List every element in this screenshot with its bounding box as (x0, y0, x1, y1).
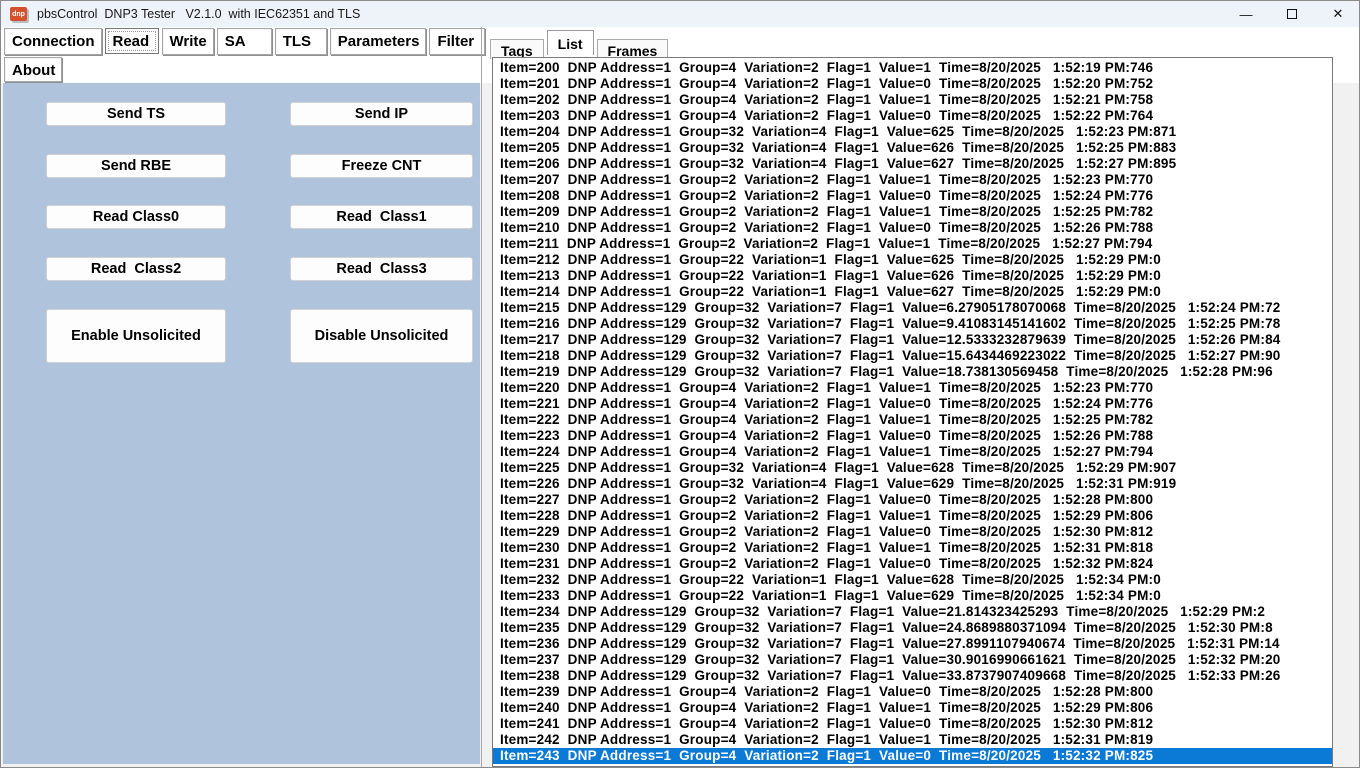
list-item[interactable]: Item=237 DNP Address=129 Group=32 Variat… (493, 652, 1332, 668)
list-item[interactable]: Item=202 DNP Address=1 Group=4 Variation… (493, 92, 1332, 108)
list-item[interactable]: Item=201 DNP Address=1 Group=4 Variation… (493, 76, 1332, 92)
list-item[interactable]: Item=212 DNP Address=1 Group=22 Variatio… (493, 252, 1332, 268)
maximize-button[interactable] (1269, 1, 1315, 27)
tab-read[interactable]: Read (105, 28, 159, 54)
tab-write[interactable]: Write (162, 28, 214, 55)
list-item[interactable]: Item=235 DNP Address=129 Group=32 Variat… (493, 620, 1332, 636)
list-item[interactable]: Item=222 DNP Address=1 Group=4 Variation… (493, 412, 1332, 428)
list-item[interactable]: Item=208 DNP Address=1 Group=2 Variation… (493, 188, 1332, 204)
list-item[interactable]: Item=206 DNP Address=1 Group=32 Variatio… (493, 156, 1332, 172)
list-item[interactable]: Item=213 DNP Address=1 Group=22 Variatio… (493, 268, 1332, 284)
app-icon: dnp (10, 7, 27, 21)
event-list-box[interactable]: Item=200 DNP Address=1 Group=4 Variation… (492, 57, 1333, 767)
tab-connection[interactable]: Connection (4, 28, 102, 55)
window-title: pbsControl DNP3 Tester V2.1.0 with IEC62… (37, 7, 360, 21)
freeze-cnt-button[interactable]: Freeze CNT (290, 154, 473, 178)
main-tab-strip-row1: ConnectionReadWriteSATLSParametersFilter (1, 27, 1360, 56)
list-item[interactable]: Item=204 DNP Address=1 Group=32 Variatio… (493, 124, 1332, 140)
list-item[interactable]: Item=238 DNP Address=129 Group=32 Variat… (493, 668, 1332, 684)
read-class1-button[interactable]: Read Class1 (290, 205, 473, 229)
list-item[interactable]: Item=217 DNP Address=129 Group=32 Variat… (493, 332, 1332, 348)
maximize-icon (1287, 9, 1297, 19)
send-rbe-button[interactable]: Send RBE (46, 154, 226, 178)
list-item[interactable]: Item=223 DNP Address=1 Group=4 Variation… (493, 428, 1332, 444)
enable-unsolicited-button[interactable]: Enable Unsolicited (46, 309, 226, 363)
list-item[interactable]: Item=209 DNP Address=1 Group=2 Variation… (493, 204, 1332, 220)
list-item[interactable]: Item=200 DNP Address=1 Group=4 Variation… (493, 60, 1332, 76)
list-item[interactable]: Item=239 DNP Address=1 Group=4 Variation… (493, 684, 1332, 700)
close-button[interactable]: ✕ (1315, 1, 1360, 27)
send-ip-button[interactable]: Send IP (290, 102, 473, 126)
disable-unsolicited-button[interactable]: Disable Unsolicited (290, 309, 473, 363)
list-item[interactable]: Item=233 DNP Address=1 Group=22 Variatio… (493, 588, 1332, 604)
list-item[interactable]: Item=232 DNP Address=1 Group=22 Variatio… (493, 572, 1332, 588)
list-item[interactable]: Item=211 DNP Address=1 Group=2 Variation… (493, 236, 1332, 252)
read-class0-button[interactable]: Read Class0 (46, 205, 226, 229)
list-item[interactable]: Item=224 DNP Address=1 Group=4 Variation… (493, 444, 1332, 460)
list-item[interactable]: Item=220 DNP Address=1 Group=4 Variation… (493, 380, 1332, 396)
list-item[interactable]: Item=215 DNP Address=129 Group=32 Variat… (493, 300, 1332, 316)
tab-tags[interactable]: Tags (490, 39, 544, 59)
tab-list[interactable]: List (547, 30, 594, 55)
list-item[interactable]: Item=230 DNP Address=1 Group=2 Variation… (493, 540, 1332, 556)
list-item[interactable]: Item=216 DNP Address=129 Group=32 Variat… (493, 316, 1332, 332)
list-item[interactable]: Item=227 DNP Address=1 Group=2 Variation… (493, 492, 1332, 508)
list-item[interactable]: Item=205 DNP Address=1 Group=32 Variatio… (493, 140, 1332, 156)
list-item[interactable]: Item=226 DNP Address=1 Group=32 Variatio… (493, 476, 1332, 492)
tab-parameters[interactable]: Parameters (330, 28, 427, 55)
list-item[interactable]: Item=203 DNP Address=1 Group=4 Variation… (493, 108, 1332, 124)
send-ts-button[interactable]: Send TS (46, 102, 226, 126)
read-class3-button[interactable]: Read Class3 (290, 257, 473, 281)
list-item[interactable]: Item=228 DNP Address=1 Group=2 Variation… (493, 508, 1332, 524)
list-item[interactable]: Item=210 DNP Address=1 Group=2 Variation… (493, 220, 1332, 236)
tab-tls[interactable]: TLS (275, 28, 327, 55)
app-window: dnp pbsControl DNP3 Tester V2.1.0 with I… (0, 0, 1360, 768)
list-item[interactable]: Item=243 DNP Address=1 Group=4 Variation… (493, 748, 1332, 764)
right-tab-strip: TagsListFrames (490, 30, 671, 57)
tab-sa[interactable]: SA (217, 28, 272, 55)
panel-divider (481, 27, 482, 768)
tab-filter[interactable]: Filter (429, 28, 485, 55)
list-item[interactable]: Item=234 DNP Address=129 Group=32 Variat… (493, 604, 1332, 620)
list-item[interactable]: Item=207 DNP Address=1 Group=2 Variation… (493, 172, 1332, 188)
list-item[interactable]: Item=218 DNP Address=129 Group=32 Variat… (493, 348, 1332, 364)
list-item[interactable]: Item=240 DNP Address=1 Group=4 Variation… (493, 700, 1332, 716)
list-item[interactable]: Item=236 DNP Address=129 Group=32 Variat… (493, 636, 1332, 652)
window-controls: — ✕ (1223, 1, 1360, 27)
title-bar: dnp pbsControl DNP3 Tester V2.1.0 with I… (1, 1, 1360, 27)
list-item[interactable]: Item=214 DNP Address=1 Group=22 Variatio… (493, 284, 1332, 300)
tab-frames[interactable]: Frames (597, 39, 669, 59)
list-item[interactable]: Item=229 DNP Address=1 Group=2 Variation… (493, 524, 1332, 540)
list-item[interactable]: Item=225 DNP Address=1 Group=32 Variatio… (493, 460, 1332, 476)
list-item[interactable]: Item=221 DNP Address=1 Group=4 Variation… (493, 396, 1332, 412)
read-class2-button[interactable]: Read Class2 (46, 257, 226, 281)
tab-about[interactable]: About (4, 57, 62, 82)
list-item[interactable]: Item=242 DNP Address=1 Group=4 Variation… (493, 732, 1332, 748)
list-item[interactable]: Item=219 DNP Address=129 Group=32 Variat… (493, 364, 1332, 380)
read-panel: Send TS Send IP Send RBE Freeze CNT Read Cla… (3, 83, 480, 764)
list-item[interactable]: Item=231 DNP Address=1 Group=2 Variation… (493, 556, 1332, 572)
list-item[interactable]: Item=241 DNP Address=1 Group=4 Variation… (493, 716, 1332, 732)
minimize-button[interactable]: — (1223, 1, 1269, 27)
